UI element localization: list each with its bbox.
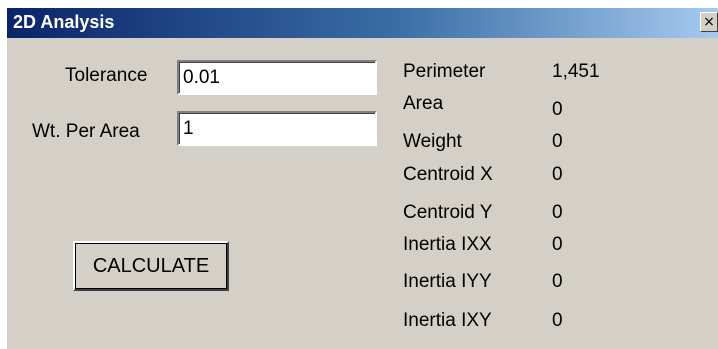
title-bar[interactable]: 2D Analysis × (7, 8, 718, 38)
result-label: Centroid X (403, 164, 493, 185)
close-button[interactable]: × (700, 12, 718, 32)
result-label: Centroid Y (403, 202, 493, 223)
result-value: 0 (552, 271, 563, 292)
result-value: 1,451 (552, 61, 600, 82)
weight-per-area-input[interactable] (177, 111, 377, 146)
weight-per-area-label: Wt. Per Area (32, 121, 140, 142)
close-icon: × (703, 14, 715, 30)
analysis-dialog: 2D Analysis × Tolerance Wt. Per Area CAL… (7, 8, 718, 349)
result-label: Inertia IXX (403, 234, 492, 255)
result-value: 0 (552, 131, 563, 152)
result-label: Inertia IXY (403, 310, 492, 331)
result-value: 0 (552, 234, 563, 255)
result-label: Inertia IYY (403, 271, 492, 292)
result-label: Perimeter (403, 61, 486, 82)
result-label: Area (403, 93, 444, 114)
result-value: 0 (552, 310, 563, 331)
tolerance-input[interactable] (177, 60, 377, 95)
result-label: Weight (403, 131, 462, 152)
result-value: 0 (552, 164, 563, 185)
result-value: 0 (552, 202, 563, 223)
result-value: 0 (552, 99, 563, 120)
calculate-button[interactable]: CALCULATE (73, 241, 229, 291)
window-title: 2D Analysis (13, 12, 115, 32)
tolerance-label: Tolerance (65, 65, 148, 86)
